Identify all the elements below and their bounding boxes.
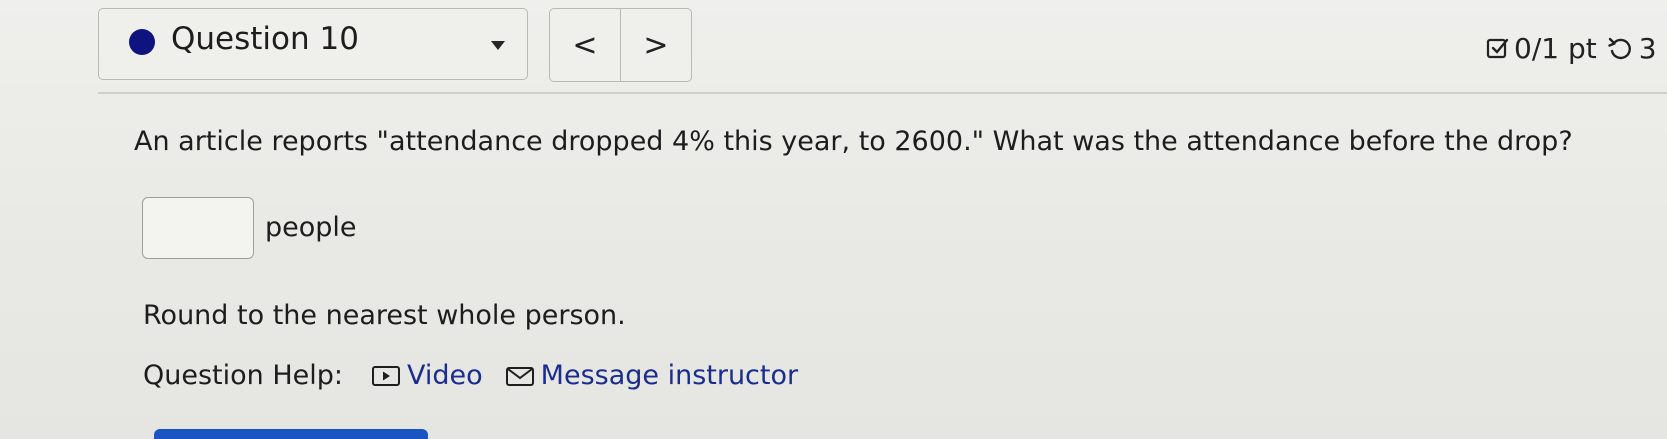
answer-unit-label: people [265, 212, 357, 243]
video-help-label: Video [407, 360, 483, 391]
dropdown-caret-icon[interactable] [491, 41, 505, 50]
video-icon [372, 365, 400, 386]
next-question-button[interactable]: > [620, 9, 691, 81]
question-help-label: Question Help: [143, 360, 343, 391]
submit-button[interactable] [154, 429, 428, 439]
question-text: An article reports "attendance dropped 4… [134, 126, 1573, 157]
answer-input[interactable] [142, 197, 254, 259]
undo-icon [1607, 36, 1633, 62]
checkbox-icon [1486, 37, 1510, 61]
question-nav-buttons: < > [549, 8, 692, 82]
question-status-dot [129, 29, 155, 55]
question-help: Question Help: Video Message instructor [143, 360, 798, 391]
points-text: 0/1 pt [1514, 32, 1597, 65]
question-title: Question 10 [171, 21, 359, 57]
score-bar: 0/1 pt 3 99 [1486, 32, 1667, 65]
retries-count: 3 [1638, 32, 1657, 65]
message-instructor-link[interactable]: Message instructor [505, 360, 798, 391]
message-instructor-label: Message instructor [540, 360, 799, 391]
header-divider [98, 92, 1667, 94]
video-help-link[interactable]: Video [371, 360, 483, 391]
previous-question-button[interactable]: < [550, 9, 620, 81]
instruction-text: Round to the nearest whole person. [143, 300, 626, 331]
mail-icon [505, 366, 534, 386]
question-selector[interactable]: Question 10 [98, 8, 528, 80]
